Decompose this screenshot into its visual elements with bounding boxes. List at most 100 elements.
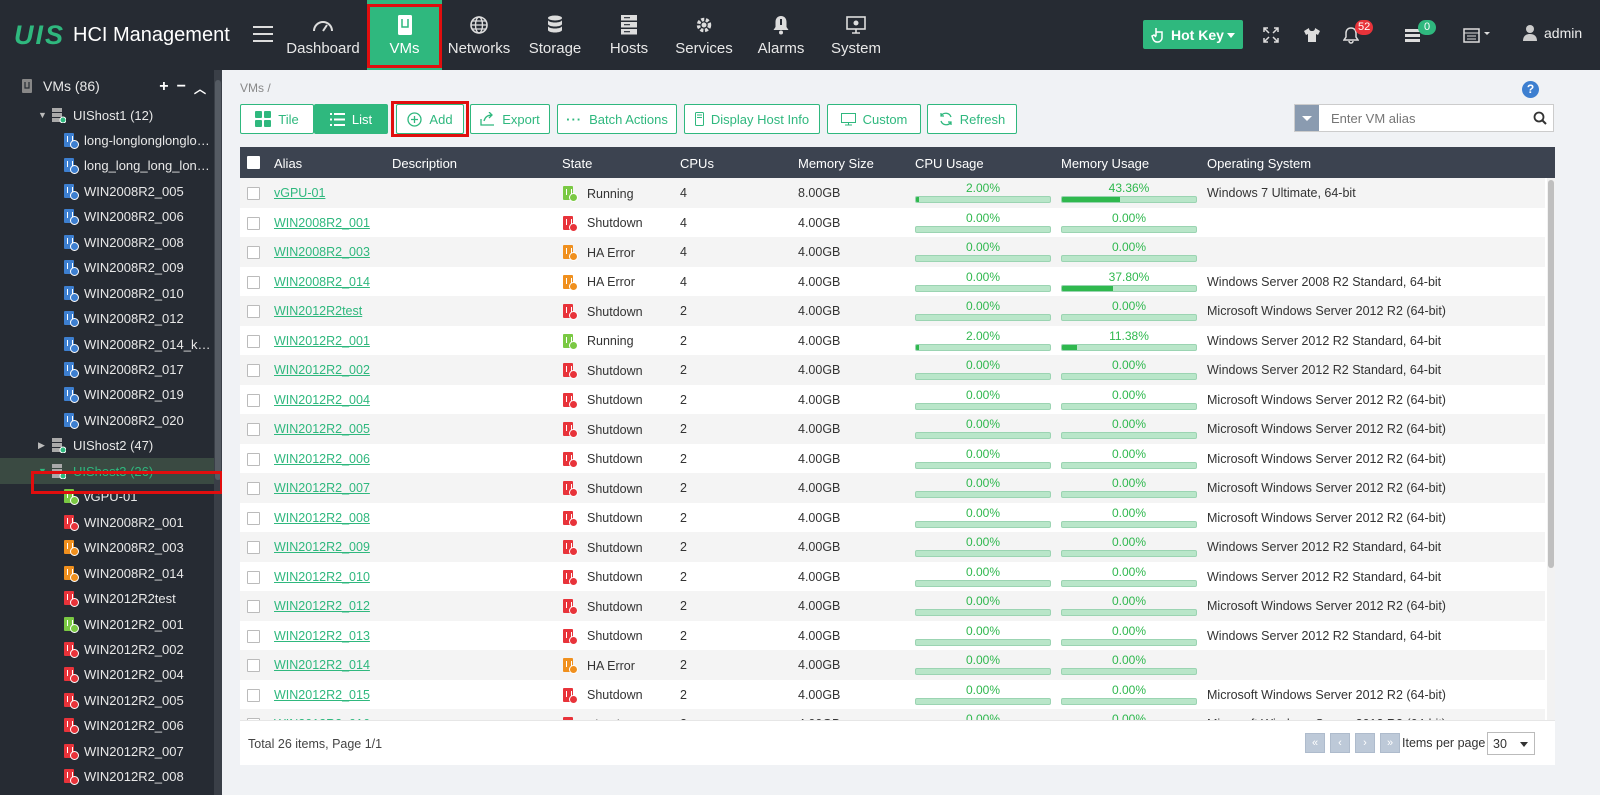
col-description[interactable]: Description — [392, 156, 457, 171]
table-row[interactable]: WIN2012R2_016Shutdown24.00GB0.00%0.00%Mi… — [240, 709, 1545, 720]
vm-alias-link[interactable]: WIN2008R2_003 — [274, 245, 370, 259]
fullscreen-icon[interactable] — [1263, 22, 1279, 48]
vm-alias-link[interactable]: WIN2012R2_007 — [274, 481, 370, 495]
table-row[interactable]: WIN2012R2_013 Shutdown 2 4.00GB 0.00% 0.00% Wi… — [240, 621, 1545, 651]
tile-view-button[interactable]: Tile — [240, 104, 314, 134]
col-alias[interactable]: Alias — [274, 156, 302, 171]
nav-tab-networks[interactable]: Networks — [441, 0, 517, 70]
menu-toggle-icon[interactable] — [253, 26, 273, 42]
tree-vm-node[interactable]: WIN2008R2_012 — [0, 306, 214, 332]
row-checkbox[interactable] — [247, 216, 260, 230]
table-row[interactable]: WIN2008R2_003 HA Error 4 4.00GB 0.00% 0.00% — [240, 237, 1545, 267]
row-checkbox[interactable] — [247, 246, 260, 259]
batch-actions-button[interactable]: ··· Batch Actions — [557, 104, 677, 134]
shirt-theme-icon[interactable] — [1303, 22, 1321, 48]
table-row[interactable]: vGPU-01 Running 4 8.00GB 2.00% 43.36% Windows … — [240, 178, 1545, 208]
tree-vm-node[interactable]: WIN2012R2_007 — [0, 738, 214, 764]
vm-alias-link[interactable]: vGPU-01 — [274, 186, 325, 200]
select-all-checkbox[interactable] — [247, 156, 260, 169]
tree-vm-node[interactable]: WIN2012R2_006 — [0, 713, 214, 739]
row-checkbox[interactable] — [247, 482, 260, 495]
row-checkbox[interactable] — [247, 364, 260, 377]
vm-alias-link[interactable]: WIN2012R2_006 — [274, 452, 370, 466]
table-row[interactable]: WIN2012R2_014 HA Error 2 4.00GB 0.00% 0.00% — [240, 650, 1545, 680]
export-button[interactable]: Export — [470, 104, 550, 134]
remove-group-icon[interactable]: − — [177, 78, 186, 97]
vm-alias-link[interactable]: WIN2012R2_002 — [274, 363, 370, 377]
vm-alias-link[interactable]: WIN2012R2_014 — [274, 658, 370, 672]
tree-vm-node[interactable]: WIN2008R2_006 — [0, 204, 214, 230]
row-checkbox[interactable] — [247, 393, 260, 407]
row-checkbox[interactable] — [247, 688, 260, 702]
vm-alias-link[interactable]: WIN2012R2test — [274, 304, 362, 318]
caret-down-icon[interactable]: ▼ — [38, 466, 47, 476]
row-checkbox[interactable] — [247, 570, 260, 584]
row-checkbox[interactable] — [247, 511, 260, 525]
tree-vm-node[interactable]: long-longlonglonglonglong — [0, 127, 214, 153]
table-row[interactable]: WIN2012R2_009 Shutdown 2 4.00GB 0.00% 0.00% Wi… — [240, 532, 1545, 562]
col-cpus[interactable]: CPUs — [680, 156, 714, 171]
tree-vm-node[interactable]: WIN2008R2_009 — [0, 255, 214, 281]
table-row[interactable]: WIN2012R2_005 Shutdown 2 4.00GB 0.00% 0.00% Mi… — [240, 414, 1545, 444]
nav-tab-vms[interactable]: VMs — [367, 0, 442, 77]
refresh-button[interactable]: Refresh — [927, 104, 1017, 134]
col-cpu-usage[interactable]: CPU Usage — [915, 156, 984, 171]
col-state[interactable]: State — [562, 156, 592, 171]
tree-host-node[interactable]: ▼ UIShost3 (26) — [0, 458, 214, 485]
nav-tab-services[interactable]: Services — [666, 0, 742, 70]
prev-page-icon[interactable]: ‹ — [1330, 733, 1350, 753]
row-checkbox[interactable] — [247, 629, 260, 643]
table-row[interactable]: WIN2012R2_002 Shutdown 2 4.00GB 0.00% 0.00% Wi… — [240, 355, 1545, 385]
table-row[interactable]: WIN2012R2_007 Shutdown 2 4.00GB 0.00% 0.00% Mi… — [240, 473, 1545, 503]
tree-vm-node[interactable]: WIN2008R2_020 — [0, 407, 214, 433]
table-scrollbar[interactable] — [1547, 178, 1555, 720]
table-row[interactable]: WIN2012R2_008 Shutdown 2 4.00GB 0.00% 0.00% Mi… — [240, 503, 1545, 533]
table-row[interactable]: WIN2012R2_010 Shutdown 2 4.00GB 0.00% 0.00% Wi… — [240, 562, 1545, 592]
table-row[interactable]: WIN2012R2_015 Shutdown 2 4.00GB 0.00% 0.00% Mi… — [240, 680, 1545, 710]
caret-right-icon[interactable]: ▶ — [38, 440, 45, 451]
vm-alias-link[interactable]: WIN2012R2_005 — [274, 422, 370, 436]
tree-vm-node[interactable]: WIN2012R2_004 — [0, 662, 214, 688]
row-checkbox[interactable] — [247, 305, 260, 318]
vm-alias-link[interactable]: WIN2012R2_008 — [274, 511, 370, 525]
tree-vm-node[interactable]: WIN2012R2_005 — [0, 687, 214, 713]
list-view-button[interactable]: List — [314, 104, 388, 134]
tree-vm-node[interactable]: WIN2012R2_002 — [0, 636, 214, 662]
tree-vm-node[interactable]: WIN2008R2_017 — [0, 357, 214, 383]
row-checkbox[interactable] — [247, 423, 260, 436]
add-group-icon[interactable]: + — [159, 78, 168, 97]
hot-key-button[interactable]: Hot Key — [1143, 20, 1243, 49]
last-page-icon[interactable]: » — [1380, 733, 1400, 753]
notification-bell-icon[interactable]: 52 — [1343, 20, 1374, 48]
tree-vm-node[interactable]: WIN2008R2_010 — [0, 280, 214, 306]
display-host-info-button[interactable]: Display Host Info — [684, 104, 820, 134]
nav-tab-system[interactable]: System — [821, 0, 891, 70]
page-size-select[interactable]: 30 — [1487, 732, 1535, 755]
nav-tab-alarms[interactable]: Alarms — [749, 0, 813, 70]
search-scope-dropdown[interactable] — [1295, 105, 1319, 131]
vm-alias-link[interactable]: WIN2008R2_014 — [274, 275, 370, 289]
table-row[interactable]: WIN2012R2_001 Running 2 4.00GB 2.00% 11.38% Wi… — [240, 326, 1545, 356]
row-checkbox[interactable] — [247, 275, 260, 289]
table-row[interactable]: WIN2012R2_012 Shutdown 2 4.00GB 0.00% 0.00% Mi… — [240, 591, 1545, 621]
tree-host-node[interactable]: ▼ UIShost1 (12) — [0, 102, 214, 128]
vm-alias-link[interactable]: WIN2012R2_013 — [274, 629, 370, 643]
table-row[interactable]: WIN2012R2_006 Shutdown 2 4.00GB 0.00% 0.00% Mi… — [240, 444, 1545, 474]
vm-alias-link[interactable]: WIN2008R2_001 — [274, 216, 370, 230]
breadcrumb[interactable]: VMs / — [240, 81, 271, 95]
table-row[interactable]: WIN2008R2_014 HA Error 4 4.00GB 0.00% 37.80% W… — [240, 267, 1545, 297]
vm-alias-link[interactable]: WIN2012R2_010 — [274, 570, 370, 584]
tree-vm-node[interactable]: WIN2008R2_005 — [0, 178, 214, 204]
vm-alias-link[interactable]: WIN2012R2_004 — [274, 393, 370, 407]
tree-vm-node[interactable]: WIN2008R2_014 — [0, 560, 214, 586]
col-memory-size[interactable]: Memory Size — [798, 156, 874, 171]
nav-tab-storage[interactable]: Storage — [519, 0, 591, 70]
vm-alias-link[interactable]: WIN2012R2_015 — [274, 688, 370, 702]
row-checkbox[interactable] — [247, 187, 260, 200]
table-row[interactable]: WIN2012R2test Shutdown 2 4.00GB 0.00% 0.00% Mi… — [240, 296, 1545, 326]
tree-vm-node[interactable]: WIN2012R2_008 — [0, 764, 214, 790]
tree-vm-node[interactable]: long_long_long_long_long — [0, 153, 214, 179]
row-checkbox[interactable] — [247, 659, 260, 672]
tree-vm-node[interactable]: WIN2012R2test — [0, 586, 214, 612]
vm-alias-link[interactable]: WIN2012R2_001 — [274, 334, 370, 348]
